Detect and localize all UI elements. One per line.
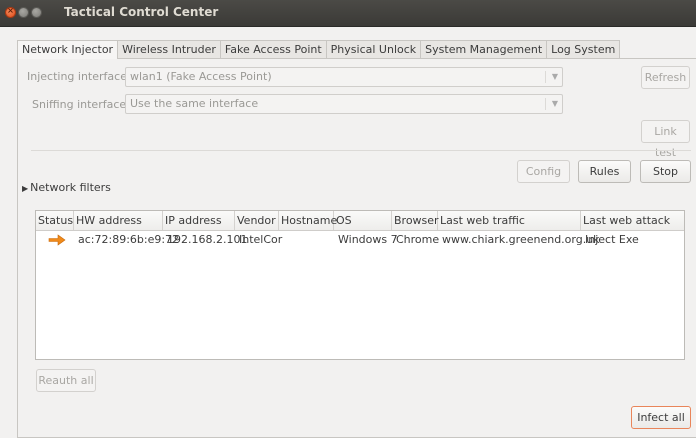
injecting-interface-select[interactable]: wlan1 (Fake Access Point) ▼ bbox=[125, 67, 563, 87]
tab-wireless-intruder[interactable]: Wireless Intruder bbox=[117, 40, 221, 58]
close-window-button[interactable]: × bbox=[5, 6, 16, 18]
column-status[interactable]: Status bbox=[36, 211, 74, 230]
stop-button[interactable]: Stop bbox=[640, 160, 691, 183]
cell-vendor: IntelCor bbox=[239, 233, 283, 246]
column-ip-address[interactable]: IP address bbox=[163, 211, 235, 230]
tab-log-system[interactable]: Log System bbox=[546, 40, 621, 58]
column-last-web-attack[interactable]: Last web attack bbox=[581, 211, 684, 230]
title-bar: × Tactical Control Center bbox=[0, 0, 696, 27]
cell-last-web-traffic: www.chiark.greenend.org.uk bbox=[442, 233, 600, 246]
cell-hostname bbox=[281, 231, 283, 249]
expander-arrow-icon: ▶ bbox=[22, 184, 29, 193]
injecting-interface-value: wlan1 (Fake Access Point) bbox=[130, 70, 272, 83]
network-filters-expander[interactable]: ▶ Network filters bbox=[22, 181, 111, 194]
tab-system-management[interactable]: System Management bbox=[420, 40, 548, 58]
combo-separator bbox=[545, 98, 546, 110]
tab-bar: Network Injector Wireless Intruder Fake … bbox=[17, 40, 621, 59]
rules-button[interactable]: Rules bbox=[578, 160, 631, 183]
infect-all-button[interactable]: Infect all bbox=[631, 406, 691, 429]
tab-fake-access-point[interactable]: Fake Access Point bbox=[219, 40, 327, 58]
divider bbox=[31, 150, 691, 151]
refresh-button[interactable]: Refresh bbox=[641, 66, 690, 89]
minimize-window-button[interactable] bbox=[18, 7, 29, 18]
link-test-button[interactable]: Link test bbox=[641, 120, 690, 159]
chevron-down-icon: ▼ bbox=[551, 72, 558, 81]
maximize-window-button[interactable] bbox=[31, 7, 42, 18]
chevron-down-icon: ▼ bbox=[551, 99, 558, 108]
sniffing-interface-select[interactable]: Use the same interface ▼ bbox=[125, 94, 563, 114]
column-hw-address[interactable]: HW address bbox=[74, 211, 163, 230]
sniffing-interface-value: Use the same interface bbox=[130, 97, 259, 110]
cell-ip-address: 192.168.2.101 bbox=[167, 233, 248, 246]
hosts-table[interactable]: Status HW address IP address Vendor Host… bbox=[35, 210, 685, 360]
window-title: Tactical Control Center bbox=[64, 5, 219, 19]
injecting-interface-label: Injecting interface: bbox=[27, 70, 131, 83]
column-vendor[interactable]: Vendor bbox=[235, 211, 279, 230]
cell-hw-address: ac:72:89:6b:e9:72 bbox=[78, 233, 180, 246]
column-hostname[interactable]: Hostname bbox=[279, 211, 337, 230]
network-filters-label: Network filters bbox=[30, 181, 111, 194]
cell-browser: Chrome bbox=[396, 233, 440, 246]
config-button[interactable]: Config bbox=[517, 160, 570, 183]
tab-physical-unlock[interactable]: Physical Unlock bbox=[325, 40, 422, 58]
cell-os: Windows 7 bbox=[338, 233, 398, 246]
table-row[interactable]: ac:72:89:6b:e9:72 192.168.2.101 IntelCor… bbox=[36, 231, 684, 249]
right-arrow-icon bbox=[48, 234, 66, 246]
table-header: Status HW address IP address Vendor Host… bbox=[36, 211, 684, 231]
combo-separator bbox=[545, 71, 546, 83]
column-os[interactable]: OS bbox=[334, 211, 392, 230]
column-browser[interactable]: Browser bbox=[392, 211, 439, 230]
cell-last-web-attack: Inject Exe bbox=[585, 233, 639, 246]
reauth-all-button[interactable]: Reauth all bbox=[36, 369, 96, 392]
column-last-web-traffic[interactable]: Last web traffic bbox=[438, 211, 581, 230]
tab-network-injector[interactable]: Network Injector bbox=[17, 40, 119, 59]
close-icon: × bbox=[7, 6, 14, 15]
sniffing-interface-label: Sniffing interface: bbox=[32, 98, 130, 111]
